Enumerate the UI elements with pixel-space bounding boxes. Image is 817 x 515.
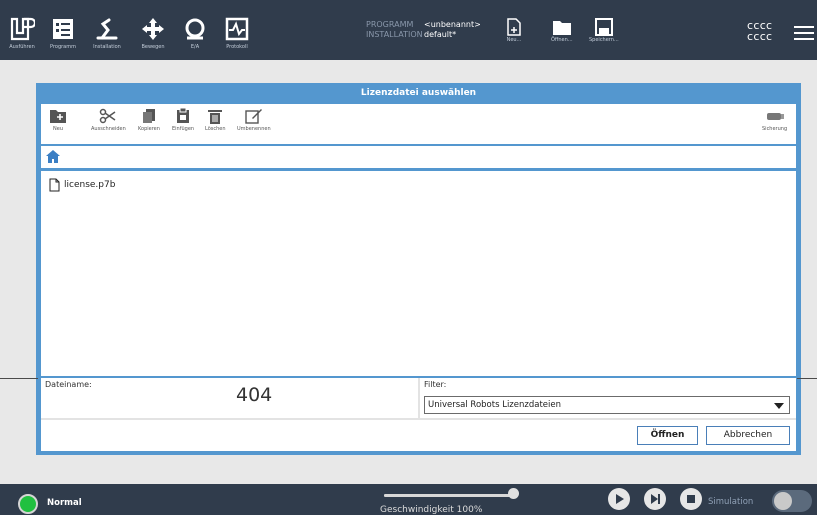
filter-select[interactable]: Universal Robots Lizenzdateien: [424, 396, 790, 414]
nav-io-label: E/A: [190, 44, 200, 50]
bottom-bar: Normal Geschwindigkeit 100% Simulation: [0, 484, 817, 515]
new-folder-icon: [50, 110, 66, 123]
installation-icon: [96, 18, 118, 40]
nav-log-button[interactable]: Protokoll: [217, 14, 257, 58]
usb-icon: [766, 113, 784, 120]
divider: [418, 378, 420, 418]
top-bar: Ausführen Programm Installation Bewegen …: [0, 0, 817, 60]
hamburger-icon[interactable]: [794, 26, 814, 44]
installation-value: default*: [424, 30, 457, 39]
nav-move-label: Bewegen: [141, 44, 165, 50]
cut-label: Ausschneiden: [91, 126, 126, 132]
step-icon: [651, 494, 660, 504]
nav-installation-label: Installation: [93, 44, 121, 50]
dialog-footer: Dateiname: 404 Filter: Universal Robots …: [41, 378, 796, 451]
stop-icon: [687, 495, 695, 503]
path-bar: [41, 146, 796, 168]
scissors-icon: [100, 108, 116, 124]
new-program-button[interactable]: Neu...: [506, 18, 522, 43]
nav-run-button[interactable]: Ausführen: [2, 14, 42, 58]
speed-slider[interactable]: [384, 494, 514, 497]
nav-run-label: Ausführen: [9, 44, 35, 50]
delete-label: Löschen: [205, 126, 226, 132]
installation-key: INSTALLATION: [366, 30, 423, 39]
filename-field[interactable]: 404: [236, 384, 272, 406]
paste-button[interactable]: Einfügen: [172, 108, 194, 132]
nav-io-button[interactable]: E/A: [175, 14, 215, 58]
folder-icon: [552, 21, 571, 35]
program-key: PROGRAMM: [366, 20, 414, 29]
delete-button[interactable]: Löschen: [205, 108, 226, 132]
paste-icon: [177, 108, 190, 123]
divider: [41, 418, 796, 420]
save-icon: [594, 18, 613, 36]
play-icon: [616, 494, 624, 504]
new-folder-label: Neu: [53, 126, 63, 132]
dropdown-arrow-icon: [774, 403, 784, 409]
rename-icon: [245, 109, 262, 124]
open-program-label: Öffnen...: [551, 37, 573, 43]
nav-installation-button[interactable]: Installation: [87, 14, 127, 58]
guide-line: [0, 378, 38, 379]
speed-fill: [384, 494, 514, 497]
stop-button[interactable]: [680, 488, 702, 510]
list-item[interactable]: license.p7b: [49, 177, 115, 193]
open-button[interactable]: Öffnen: [637, 426, 698, 445]
dialog-title: Lizenzdatei auswählen: [360, 88, 477, 98]
open-program-button[interactable]: Öffnen...: [551, 18, 573, 43]
home-icon[interactable]: [46, 150, 60, 163]
simulation-label: Simulation: [708, 497, 754, 507]
file-icon: [49, 178, 60, 192]
program-icon: [53, 19, 73, 39]
user-display: cccc cccc: [747, 20, 772, 42]
file-toolbar: Neu Ausschneiden Kopieren Einfügen Lösch…: [41, 104, 796, 144]
save-program-button[interactable]: Speichern...: [589, 18, 619, 43]
program-value: <unbenannt>: [424, 20, 481, 29]
new-folder-button[interactable]: Neu: [49, 108, 67, 132]
io-icon: [185, 18, 205, 40]
copy-label: Kopieren: [138, 126, 160, 132]
new-program-label: Neu...: [506, 37, 522, 43]
new-file-icon: [507, 18, 521, 36]
status-text: Normal: [47, 498, 82, 508]
cancel-button[interactable]: Abbrechen: [706, 426, 790, 445]
log-icon: [225, 17, 249, 41]
user-line-2: cccc: [747, 30, 773, 43]
nav-program-button[interactable]: Programm: [43, 14, 83, 58]
play-button[interactable]: [608, 488, 630, 510]
nav-log-label: Protokoll: [226, 44, 248, 50]
license-file-dialog: Lizenzdatei auswählen Neu Ausschneiden K…: [36, 83, 801, 455]
ur-logo-icon: [10, 17, 35, 41]
speed-slider-knob[interactable]: [508, 488, 519, 499]
paste-label: Einfügen: [172, 126, 195, 132]
save-program-label: Speichern...: [589, 37, 619, 43]
backup-label: Sicherung: [762, 126, 788, 132]
backup-button[interactable]: Sicherung: [762, 108, 787, 132]
step-button[interactable]: [644, 488, 666, 510]
copy-button[interactable]: Kopieren: [138, 108, 160, 132]
simulation-toggle[interactable]: [772, 490, 812, 512]
rename-label: Umbenennen: [237, 126, 271, 132]
file-list: license.p7b: [41, 171, 796, 376]
program-info: PROGRAMM <unbenannt> INSTALLATIONdefault*: [366, 20, 481, 40]
cut-button[interactable]: Ausschneiden: [91, 108, 126, 132]
status-indicator[interactable]: [18, 494, 38, 514]
toggle-knob: [774, 492, 792, 510]
filename-label: Dateiname:: [45, 380, 92, 389]
filter-value: Universal Robots Lizenzdateien: [428, 400, 561, 410]
trash-icon: [208, 110, 223, 124]
filter-label: Filter:: [424, 380, 447, 389]
move-icon: [142, 18, 164, 40]
rename-button[interactable]: Umbenennen: [237, 108, 271, 132]
speed-text: Geschwindigkeit 100%: [380, 505, 483, 515]
nav-move-button[interactable]: Bewegen: [133, 14, 173, 58]
copy-icon: [142, 109, 155, 123]
guide-line: [797, 378, 817, 379]
nav-program-label: Programm: [50, 44, 76, 50]
file-name: license.p7b: [64, 180, 116, 190]
